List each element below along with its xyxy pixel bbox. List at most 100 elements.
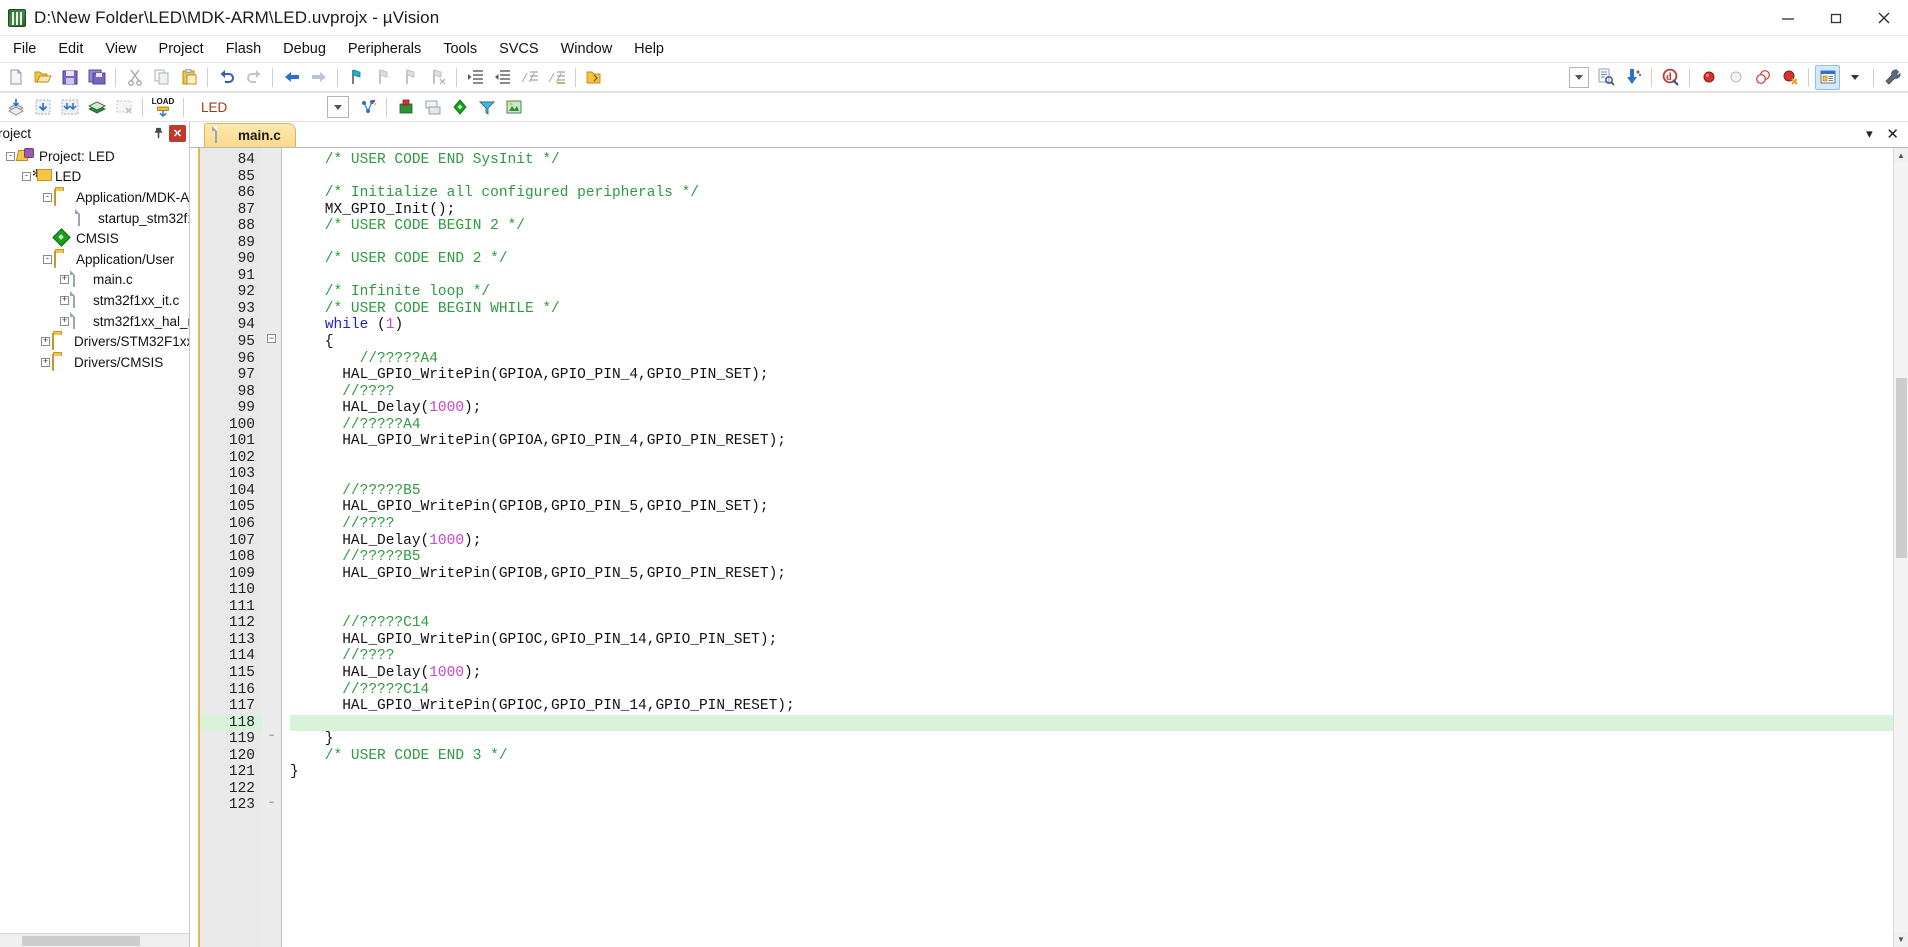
new-file-icon[interactable]: [3, 65, 28, 90]
code-editor[interactable]: 84 85 86 87 88 89 90 91 92 93 94 95 96 97 98 99 100 101 10…: [190, 148, 1908, 947]
build-target-icon[interactable]: [30, 95, 55, 120]
pack-installer-icon[interactable]: [447, 95, 472, 120]
multi-project-icon[interactable]: [420, 95, 445, 120]
tree-item-application-mdk-arm[interactable]: - Application/MDK-AI: [0, 187, 189, 208]
code-line[interactable]: [290, 466, 1893, 483]
paste-icon[interactable]: [176, 65, 201, 90]
code-line[interactable]: [290, 450, 1893, 467]
tree-item-main-c[interactable]: + main.c: [0, 270, 189, 291]
code-line[interactable]: while (1): [290, 317, 1893, 334]
code-line[interactable]: HAL_GPIO_WritePin(GPIOC,GPIO_PIN_14,GPIO…: [290, 698, 1893, 715]
tree-item-drivers-cmsis[interactable]: + Drivers/CMSIS: [0, 352, 189, 373]
breakpoint-enable-icon[interactable]: [1723, 65, 1748, 90]
scrollbar-thumb[interactable]: [22, 936, 140, 946]
scroll-down-arrow[interactable]: ▼: [1893, 932, 1908, 947]
code-line[interactable]: {: [290, 334, 1893, 351]
code-folding-column[interactable]: − − −: [262, 148, 282, 947]
code-text[interactable]: /* USER CODE END SysInit */ /* Initializ…: [282, 148, 1893, 947]
menu-tools[interactable]: Tools: [432, 38, 488, 60]
stop-build-icon[interactable]: [111, 95, 136, 120]
project-tree[interactable]: - Project: LED - ✻ LED -: [0, 144, 189, 933]
menu-peripherals[interactable]: Peripherals: [337, 38, 432, 60]
cut-icon[interactable]: [122, 65, 147, 90]
code-line[interactable]: [290, 582, 1893, 599]
code-line[interactable]: /* USER CODE BEGIN WHILE */: [290, 301, 1893, 318]
code-line[interactable]: //????: [290, 384, 1893, 401]
minimize-button[interactable]: [1764, 0, 1812, 36]
code-line[interactable]: [290, 268, 1893, 285]
code-line[interactable]: }: [290, 764, 1893, 781]
menu-view[interactable]: View: [94, 38, 147, 60]
tree-item-cmsis[interactable]: CMSIS: [0, 228, 189, 249]
breakpoint-kill-all-icon[interactable]: [1777, 65, 1802, 90]
code-line[interactable]: HAL_Delay(1000);: [290, 665, 1893, 682]
redo-icon[interactable]: [241, 65, 266, 90]
fold-marker-slot[interactable]: −: [262, 333, 281, 351]
menu-help[interactable]: Help: [623, 38, 675, 60]
tab-close-icon[interactable]: ✕: [1886, 125, 1899, 143]
code-line[interactable]: /* Initialize all configured peripherals…: [290, 185, 1893, 202]
expander-icon[interactable]: -: [4, 146, 17, 166]
close-button[interactable]: [1860, 0, 1908, 36]
tree-item-stm32f1xx-it-c[interactable]: + stm32f1xx_it.c: [0, 290, 189, 311]
code-line[interactable]: MX_GPIO_Init();: [290, 202, 1893, 219]
scrollbar-thumb[interactable]: [1896, 378, 1907, 558]
code-line[interactable]: /* USER CODE BEGIN 2 */: [290, 218, 1893, 235]
code-line[interactable]: [290, 599, 1893, 616]
code-line[interactable]: //?????B5: [290, 549, 1893, 566]
configure-tools-icon[interactable]: [1620, 65, 1645, 90]
fold-marker-slot[interactable]: −: [262, 797, 281, 814]
code-line[interactable]: //????: [290, 516, 1893, 533]
menu-project[interactable]: Project: [148, 38, 215, 60]
rebuild-all-icon[interactable]: [57, 95, 82, 120]
tree-item-startup-file[interactable]: startup_stm32f1: [0, 208, 189, 229]
comment-icon[interactable]: //: [517, 65, 542, 90]
uncomment-icon[interactable]: //: [544, 65, 569, 90]
code-line[interactable]: HAL_Delay(1000);: [290, 533, 1893, 550]
expander-icon[interactable]: -: [41, 187, 54, 207]
fold-marker-slot[interactable]: −: [262, 730, 281, 748]
fold-toggle-icon[interactable]: −: [267, 797, 276, 807]
menu-edit[interactable]: Edit: [47, 38, 94, 60]
select-software-packs-icon[interactable]: [474, 95, 499, 120]
target-selector[interactable]: LED: [195, 96, 325, 118]
bookmark-next-icon[interactable]: [398, 65, 423, 90]
code-line[interactable]: //?????B5: [290, 483, 1893, 500]
scroll-up-arrow[interactable]: ▲: [1893, 148, 1908, 163]
open-include-icon[interactable]: [582, 65, 607, 90]
save-all-icon[interactable]: [84, 65, 109, 90]
indent-decrease-icon[interactable]: [490, 65, 515, 90]
open-file-icon[interactable]: [30, 65, 55, 90]
bookmark-toggle-icon[interactable]: [344, 65, 369, 90]
code-line[interactable]: HAL_Delay(1000);: [290, 400, 1893, 417]
target-selector-dropdown-icon[interactable]: [327, 96, 349, 118]
menu-window[interactable]: Window: [550, 38, 624, 60]
expander-icon[interactable]: -: [41, 249, 54, 269]
indent-increase-icon[interactable]: [463, 65, 488, 90]
menu-flash[interactable]: Flash: [215, 38, 272, 60]
tree-item-application-user[interactable]: - Application/User: [0, 249, 189, 270]
code-line[interactable]: [290, 781, 1893, 798]
tree-item-led-target[interactable]: - ✻ LED: [0, 167, 189, 188]
bookmark-prev-icon[interactable]: [371, 65, 396, 90]
code-line[interactable]: //?????A4: [290, 351, 1893, 368]
expander-icon[interactable]: +: [39, 352, 52, 372]
breakpoint-disable-all-icon[interactable]: [1750, 65, 1775, 90]
undo-icon[interactable]: [214, 65, 239, 90]
code-line[interactable]: HAL_GPIO_WritePin(GPIOB,GPIO_PIN_5,GPIO_…: [290, 499, 1893, 516]
code-line[interactable]: /* USER CODE END 3 */: [290, 748, 1893, 765]
copy-icon[interactable]: [149, 65, 174, 90]
code-line[interactable]: }: [290, 731, 1893, 748]
configuration-wizard-icon[interactable]: [1880, 65, 1905, 90]
expander-icon[interactable]: +: [39, 332, 52, 352]
code-line[interactable]: [290, 797, 1893, 814]
pin-icon[interactable]: [150, 125, 166, 141]
maximize-button[interactable]: [1812, 0, 1860, 36]
fold-toggle-icon[interactable]: −: [267, 333, 276, 343]
code-line[interactable]: //?????C14: [290, 615, 1893, 632]
close-icon[interactable]: ✕: [169, 124, 186, 142]
code-line[interactable]: //?????C14: [290, 682, 1893, 699]
menu-debug[interactable]: Debug: [272, 38, 337, 60]
tree-item-stm32f1xx-hal-msp-c[interactable]: + stm32f1xx_hal_n: [0, 311, 189, 332]
project-tree-horizontal-scrollbar[interactable]: [0, 933, 189, 947]
